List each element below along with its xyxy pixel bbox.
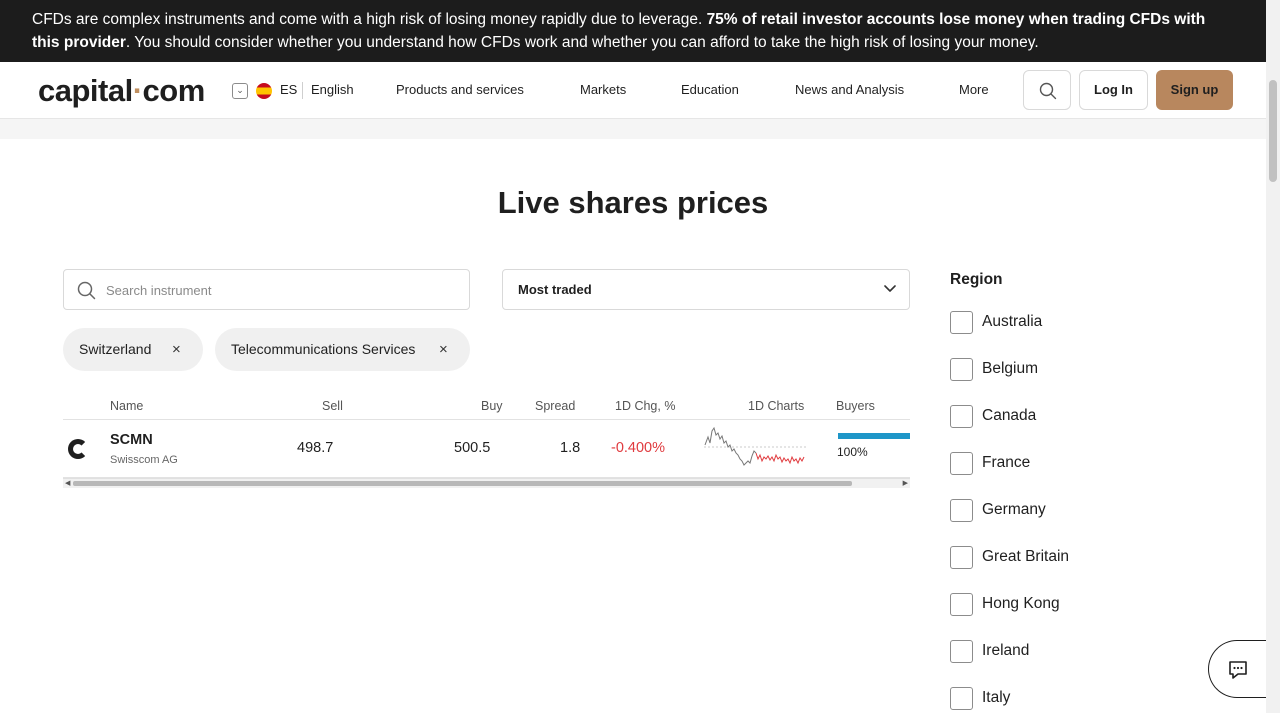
table-horizontal-scrollbar[interactable]: ◀ ▶ bbox=[63, 478, 910, 488]
page-title: Live shares prices bbox=[497, 185, 769, 220]
region-label: Italy bbox=[982, 689, 1011, 706]
instrument-company: Swisscom AG bbox=[110, 454, 178, 466]
chat-support-button[interactable] bbox=[1208, 640, 1270, 698]
scroll-left-icon[interactable]: ◀ bbox=[65, 479, 70, 488]
header-divider bbox=[63, 419, 910, 420]
language-separator bbox=[302, 82, 303, 99]
col-header-sell[interactable]: Sell bbox=[322, 399, 343, 413]
region-label: France bbox=[982, 454, 1031, 471]
chat-icon bbox=[1229, 661, 1247, 679]
region-label: Ireland bbox=[982, 642, 1030, 659]
col-header-name[interactable]: Name bbox=[110, 399, 143, 413]
col-header-buyers[interactable]: Buyers bbox=[836, 399, 875, 413]
chip-label: Switzerland bbox=[79, 341, 152, 357]
region-label: Canada bbox=[982, 407, 1037, 424]
nav-education[interactable]: Education bbox=[681, 82, 739, 97]
search-icon bbox=[77, 281, 96, 300]
page-vertical-scrollbar[interactable] bbox=[1266, 0, 1280, 713]
close-icon[interactable]: × bbox=[172, 341, 181, 358]
region-label: Great Britain bbox=[982, 548, 1070, 565]
sort-dropdown[interactable]: Most traded bbox=[502, 269, 910, 310]
nav-products-and-services[interactable]: Products and services bbox=[396, 82, 524, 97]
checkbox[interactable] bbox=[950, 499, 973, 522]
checkbox[interactable] bbox=[950, 311, 973, 334]
capital-logo[interactable]: capital·com bbox=[38, 73, 205, 109]
scrollbar-thumb[interactable] bbox=[73, 481, 852, 486]
risk-warning-banner: CFDs are complex instruments and come wi… bbox=[0, 0, 1266, 62]
sell-price[interactable]: 498.7 bbox=[297, 440, 333, 456]
login-button[interactable]: Log In bbox=[1079, 70, 1148, 110]
checkbox[interactable] bbox=[950, 546, 973, 569]
signup-button[interactable]: Sign up bbox=[1156, 70, 1233, 110]
checkbox[interactable] bbox=[950, 593, 973, 616]
region-filter-title: Region bbox=[950, 271, 1003, 288]
language-dropdown-toggle[interactable]: ⌄ bbox=[232, 83, 248, 99]
search-icon bbox=[1039, 82, 1057, 100]
risk-text-start: CFDs are complex instruments and come wi… bbox=[32, 11, 707, 28]
daily-change: -0.400% bbox=[611, 440, 666, 456]
sparkline-chart bbox=[704, 426, 806, 466]
logo-dot: · bbox=[132, 73, 143, 108]
checkbox[interactable] bbox=[950, 358, 973, 381]
col-header-spread[interactable]: Spread bbox=[535, 399, 575, 413]
close-icon[interactable]: × bbox=[439, 341, 448, 358]
logo-part-capital: capital bbox=[38, 73, 133, 108]
risk-text-end: . You should consider whether you unders… bbox=[125, 34, 1039, 51]
region-label: Belgium bbox=[982, 360, 1038, 377]
buy-price[interactable]: 500.5 bbox=[454, 440, 490, 456]
site-header: capital·com ⌄ ES English Products and se… bbox=[0, 62, 1266, 119]
capital-com-logo-icon bbox=[68, 439, 88, 459]
region-label: Hong Kong bbox=[982, 595, 1060, 612]
instrument-search[interactable] bbox=[63, 269, 470, 310]
scrollbar-thumb[interactable] bbox=[1269, 80, 1277, 182]
country-code[interactable]: ES bbox=[280, 82, 297, 97]
checkbox[interactable] bbox=[950, 687, 973, 710]
col-header-change[interactable]: 1D Chg, % bbox=[615, 399, 675, 413]
buyers-sentiment-bar bbox=[838, 433, 910, 439]
checkbox[interactable] bbox=[950, 452, 973, 475]
filter-chip-telecommunications[interactable]: Telecommunications Services × bbox=[215, 328, 470, 371]
checkbox[interactable] bbox=[950, 640, 973, 663]
chevron-down-icon bbox=[884, 285, 896, 292]
col-header-charts: 1D Charts bbox=[748, 399, 805, 413]
logo-part-com: com bbox=[142, 73, 206, 108]
checkbox[interactable] bbox=[950, 405, 973, 428]
nav-markets[interactable]: Markets bbox=[580, 82, 626, 97]
region-label: Germany bbox=[982, 501, 1046, 518]
buyers-percentage: 100% bbox=[837, 445, 868, 459]
chip-label: Telecommunications Services bbox=[231, 341, 416, 357]
header-divider-strip bbox=[0, 119, 1266, 139]
spain-flag-icon bbox=[256, 83, 272, 99]
header-search-button[interactable] bbox=[1023, 70, 1071, 110]
col-header-buy[interactable]: Buy bbox=[481, 399, 503, 413]
nav-more[interactable]: More bbox=[959, 82, 989, 97]
search-instrument-input[interactable] bbox=[106, 280, 456, 300]
scroll-right-icon[interactable]: ▶ bbox=[903, 479, 908, 488]
instruments-table: Name Sell Buy Spread 1D Chg, % 1D Charts… bbox=[63, 395, 910, 488]
region-label: Australia bbox=[982, 313, 1043, 330]
sort-selected-value: Most traded bbox=[518, 282, 592, 297]
spread-value: 1.8 bbox=[560, 440, 581, 456]
language-name[interactable]: English bbox=[311, 82, 354, 97]
filter-chip-switzerland[interactable]: Switzerland × bbox=[63, 328, 203, 371]
nav-news-and-analysis[interactable]: News and Analysis bbox=[795, 82, 904, 97]
instrument-symbol[interactable]: SCMN bbox=[110, 432, 153, 448]
